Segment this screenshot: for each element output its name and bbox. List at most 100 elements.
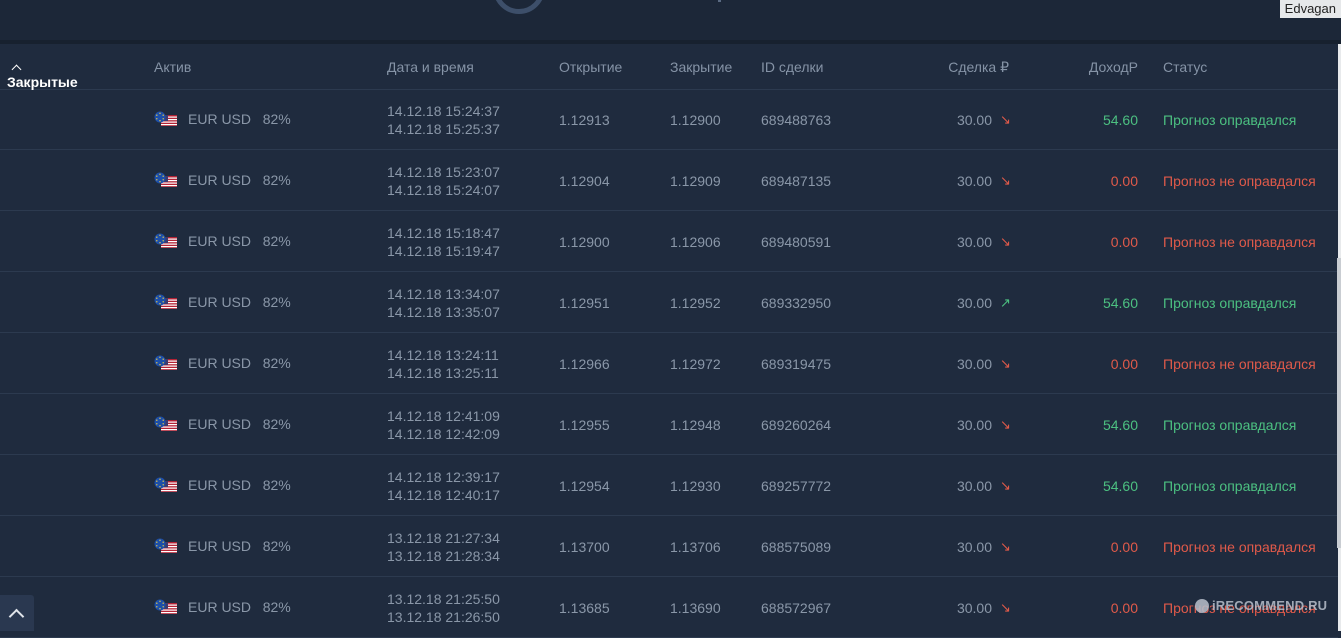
close-price: 1.12972 xyxy=(670,356,721,372)
col-income[interactable]: ДоходР xyxy=(1089,59,1138,75)
asset-cell: EUR USD 82% xyxy=(188,599,291,615)
asset-payout: 82% xyxy=(262,416,291,432)
income: 0.00 xyxy=(1110,356,1138,372)
user-name-badge[interactable]: Edvagan xyxy=(1279,0,1341,18)
deal-amount: 30.00 xyxy=(956,417,992,433)
eurusd-flag-icon xyxy=(154,233,178,249)
closed-tab-label: Закрытые xyxy=(7,74,78,90)
asset-name: EUR USD xyxy=(188,233,252,249)
table-row[interactable]: EUR USD 82% 14.12.18 13:24:11 14.12.18 13:… xyxy=(0,333,1338,394)
asset-name: EUR USD xyxy=(188,477,252,493)
start-time: 14.12.18 12:41:09 xyxy=(387,408,500,424)
table-row[interactable]: EUR USD 82% 14.12.18 15:24:37 14.12.18 15:… xyxy=(0,89,1338,150)
deal-id: 689319475 xyxy=(761,356,832,372)
end-time: 14.12.18 12:40:17 xyxy=(387,487,500,503)
col-close[interactable]: Закрытие xyxy=(670,59,732,75)
end-time: 14.12.18 13:35:07 xyxy=(387,304,500,320)
end-time: 14.12.18 15:25:37 xyxy=(387,121,500,137)
table-row[interactable]: EUR USD 82% 14.12.18 15:18:47 14.12.18 15:… xyxy=(0,211,1338,272)
deal-amount: 30.00 xyxy=(956,112,992,128)
eurusd-flag-icon xyxy=(154,355,178,371)
status-text: Прогноз не оправдался xyxy=(1163,234,1316,250)
col-status[interactable]: Статус xyxy=(1163,59,1207,75)
closed-deals-tab[interactable]: Закрытые xyxy=(7,59,78,90)
eurusd-flag-icon xyxy=(154,111,178,127)
watermark-text: iRECOMMEND.RU xyxy=(1212,598,1328,613)
scrollbar-thumb[interactable] xyxy=(1337,258,1341,548)
eurusd-flag-icon xyxy=(154,416,178,432)
income: 54.60 xyxy=(1102,112,1138,128)
arrow-down-icon: ↘ xyxy=(1000,356,1011,371)
deal-amount: 30.00 xyxy=(956,478,992,494)
asset-name: EUR USD xyxy=(188,294,252,310)
datetime-cell: 14.12.18 12:41:09 14.12.18 12:42:09 xyxy=(387,407,500,443)
open-price: 1.13685 xyxy=(559,600,610,616)
asset-payout: 82% xyxy=(262,538,291,554)
top-bar: Edvagan xyxy=(0,0,1341,40)
arrow-down-icon: ↘ xyxy=(1000,417,1011,432)
income: 0.00 xyxy=(1110,539,1138,555)
asset-cell: EUR USD 82% xyxy=(188,294,291,310)
arrow-down-icon: ↘ xyxy=(1000,539,1011,554)
status-text: Прогноз оправдался xyxy=(1163,417,1297,433)
col-open[interactable]: Открытие xyxy=(559,59,622,75)
deal-amount: 30.00 xyxy=(956,173,992,189)
arrow-down-icon: ↘ xyxy=(1000,478,1011,493)
close-price: 1.13706 xyxy=(670,539,721,555)
table-row[interactable]: EUR USD 82% 14.12.18 15:23:07 14.12.18 15:… xyxy=(0,150,1338,211)
deal-id: 689257772 xyxy=(761,478,832,494)
status-text: Прогноз оправдался xyxy=(1163,478,1297,494)
col-amount[interactable]: Сделка ₽ xyxy=(948,59,1009,76)
deal-id: 688572967 xyxy=(761,600,832,616)
table-row[interactable]: EUR USD 82% 13.12.18 21:27:34 13.12.18 21:… xyxy=(0,516,1338,577)
col-datetime[interactable]: Дата и время xyxy=(387,59,474,75)
income: 54.60 xyxy=(1102,295,1138,311)
eurusd-flag-icon xyxy=(154,477,178,493)
asset-cell: EUR USD 82% xyxy=(188,355,291,371)
close-price: 1.12900 xyxy=(670,112,721,128)
deal-id: 689260264 xyxy=(761,417,832,433)
deal-id: 689487135 xyxy=(761,173,832,189)
end-time: 14.12.18 15:24:07 xyxy=(387,182,500,198)
close-price: 1.12906 xyxy=(670,234,721,250)
datetime-cell: 14.12.18 13:24:11 14.12.18 13:25:11 xyxy=(387,346,499,382)
watermark: iRECOMMEND.RU xyxy=(1195,598,1327,614)
asset-name: EUR USD xyxy=(188,172,252,188)
status-text: Прогноз оправдался xyxy=(1163,295,1297,311)
watermark-logo-icon xyxy=(1195,598,1209,613)
asset-payout: 82% xyxy=(262,172,291,188)
asset-payout: 82% xyxy=(262,111,291,127)
asset-payout: 82% xyxy=(262,294,291,310)
asset-cell: EUR USD 82% xyxy=(188,111,291,127)
income: 54.60 xyxy=(1102,417,1138,433)
status-text: Прогноз не оправдался xyxy=(1163,356,1316,372)
income: 54.60 xyxy=(1102,478,1138,494)
table-row[interactable]: EUR USD 82% 13.12.18 21:25:50 13.12.18 21:… xyxy=(0,577,1338,638)
deal-id: 689480591 xyxy=(761,234,832,250)
datetime-cell: 13.12.18 21:25:50 13.12.18 21:26:50 xyxy=(387,590,500,626)
table-row[interactable]: EUR USD 82% 14.12.18 13:34:07 14.12.18 13:… xyxy=(0,272,1338,333)
open-price: 1.12954 xyxy=(559,478,610,494)
close-price: 1.12909 xyxy=(670,173,721,189)
col-deal-id[interactable]: ID сделки xyxy=(761,59,824,75)
asset-payout: 82% xyxy=(262,477,291,493)
open-price: 1.12951 xyxy=(559,295,610,311)
status-text: Прогноз не оправдался xyxy=(1163,173,1316,189)
table-row[interactable]: EUR USD 82% 14.12.18 12:41:09 14.12.18 12:… xyxy=(0,394,1338,455)
datetime-cell: 13.12.18 21:27:34 13.12.18 21:28:34 xyxy=(387,529,500,565)
datetime-cell: 14.12.18 15:24:37 14.12.18 15:25:37 xyxy=(387,102,500,138)
datetime-cell: 14.12.18 15:18:47 14.12.18 15:19:47 xyxy=(387,224,500,260)
open-price: 1.13700 xyxy=(559,539,610,555)
scroll-to-top-button[interactable] xyxy=(0,595,34,631)
asset-name: EUR USD xyxy=(188,416,252,432)
table-header: Закрытые Актив Дата и время Открытие Зак… xyxy=(0,44,1338,90)
chevron-up-icon xyxy=(11,64,22,75)
start-time: 14.12.18 15:18:47 xyxy=(387,225,500,241)
start-time: 14.12.18 13:34:07 xyxy=(387,286,500,302)
status-text: Прогноз оправдался xyxy=(1163,112,1297,128)
table-row[interactable]: EUR USD 82% 14.12.18 12:39:17 14.12.18 12:… xyxy=(0,455,1338,516)
col-asset[interactable]: Актив xyxy=(154,59,191,75)
deal-amount: 30.00 xyxy=(956,234,992,250)
income: 0.00 xyxy=(1110,234,1138,250)
deal-amount: 30.00 xyxy=(956,539,992,555)
